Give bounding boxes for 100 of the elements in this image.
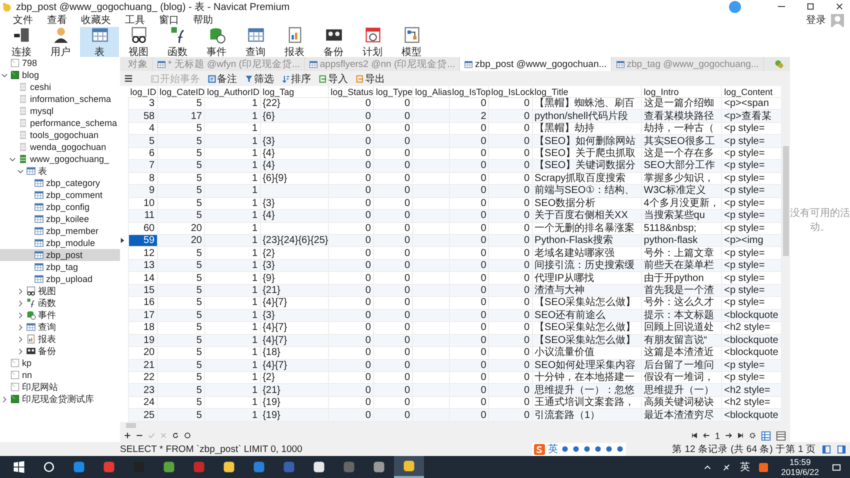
table-cell[interactable]: 59 (128, 235, 157, 246)
tree-item[interactable]: information_schema (0, 93, 120, 105)
ime-logo-icon[interactable] (759, 462, 768, 472)
tree-item[interactable]: zbp_member (0, 225, 120, 237)
table-cell[interactable]: 17 (128, 310, 157, 321)
column-header[interactable]: log_Tag (260, 86, 328, 98)
tree-item[interactable]: 视图 (0, 285, 120, 297)
form-view-icon[interactable] (776, 430, 786, 440)
column-header[interactable]: log_Status (328, 86, 374, 98)
table-cell[interactable]: 3 (128, 98, 157, 110)
table-cell[interactable]: 12 (128, 248, 157, 259)
ime-mode[interactable]: 英 (548, 442, 558, 456)
tree-item[interactable]: www_gogochuang_ (0, 153, 120, 165)
stop-icon[interactable] (184, 432, 191, 439)
check-icon[interactable] (148, 432, 155, 439)
column-header[interactable]: log_ID (128, 86, 158, 98)
toolbar-button[interactable]: 备份 (314, 27, 353, 57)
tree-item[interactable]: ceshi (0, 81, 120, 93)
column-header[interactable]: log_Alias (412, 86, 450, 98)
table-cell[interactable]: 10 (128, 198, 157, 209)
tree-item[interactable]: zbp_tag (0, 261, 120, 273)
tree-item[interactable]: nn (0, 369, 120, 381)
chevron-icon[interactable] (1, 72, 8, 78)
table-cell[interactable]: 25 (128, 410, 157, 421)
table-cell[interactable]: 6 (128, 148, 157, 160)
toolbar-button[interactable]: 视图 (119, 27, 158, 57)
table-cell[interactable]: 18 (128, 322, 157, 334)
toolbar-button[interactable]: 报表 (275, 27, 314, 57)
tree-item[interactable]: kp (0, 357, 120, 369)
toolbar-button[interactable]: 事件 (197, 27, 236, 57)
table-cell[interactable]: 22 (128, 372, 157, 384)
refresh-icon[interactable] (172, 432, 179, 439)
toolbar-button[interactable]: 表 (80, 27, 119, 57)
next-page-icon[interactable] (725, 432, 732, 439)
table-cell[interactable]: 4 (128, 123, 157, 134)
chevron-icon[interactable] (9, 156, 16, 162)
column-header[interactable]: log_Type (373, 86, 413, 98)
settings-icon[interactable] (749, 432, 756, 439)
tree-item[interactable]: 函数 (0, 297, 120, 309)
table-cell[interactable]: 24 (128, 397, 157, 408)
table-cell[interactable]: 16 (128, 297, 157, 308)
first-page-icon[interactable] (690, 432, 698, 439)
column-header[interactable]: log_AuthorID (204, 86, 260, 98)
chevron-icon[interactable] (17, 312, 24, 318)
toolbar-button[interactable]: 计划 (353, 27, 392, 57)
taskbar-button[interactable] (394, 456, 424, 478)
tab[interactable]: zbp_post @www_gogochuan... (460, 57, 612, 71)
chevron-icon[interactable] (17, 336, 24, 342)
toolbar-button[interactable]: 连接 (2, 27, 41, 57)
tree-item[interactable]: zbp_module (0, 237, 120, 249)
tree-item[interactable]: 798 (0, 57, 120, 69)
last-page-icon[interactable] (737, 432, 744, 439)
table-cell[interactable]: 15 (128, 285, 157, 296)
table-cell[interactable]: 23 (128, 384, 157, 396)
toolbar-button[interactable]: 筛选 (243, 72, 276, 86)
search-icon[interactable] (42, 460, 56, 474)
toolbar-button[interactable]: 用户 (41, 27, 80, 57)
windows-start-icon[interactable] (12, 460, 26, 474)
chevron-icon[interactable] (17, 324, 24, 330)
menu-item[interactable]: 窗口 (152, 13, 186, 27)
menu-item[interactable]: 帮助 (186, 13, 220, 27)
toolbar-button[interactable]: 排序 (280, 72, 313, 86)
chevron-icon[interactable] (17, 300, 24, 306)
tree-item[interactable]: 表 (0, 165, 120, 177)
table-cell[interactable]: 5 (128, 136, 157, 147)
menu-icon[interactable] (124, 74, 133, 83)
table-cell[interactable]: 14 (128, 272, 157, 284)
table-cell[interactable]: 11 (128, 210, 157, 222)
maximize-icon[interactable] (806, 2, 815, 11)
toolbar-button[interactable]: 查询 (236, 27, 275, 57)
toolbar-button[interactable]: 函数 (158, 27, 197, 57)
tree-item[interactable]: wenda_gogochuan (0, 141, 120, 153)
tree-item[interactable]: mysql (0, 105, 120, 117)
table-cell[interactable]: 19 (128, 334, 157, 346)
column-header[interactable]: log_CateID (157, 86, 204, 98)
tree-item[interactable]: tools_gogochuan (0, 129, 120, 141)
tree-item[interactable]: zbp_comment (0, 189, 120, 201)
input-language[interactable]: 英 (740, 460, 750, 474)
panel-right-icon[interactable] (837, 444, 846, 454)
add-icon[interactable] (124, 432, 131, 439)
tree-item[interactable]: 查询 (0, 321, 120, 333)
toolbar-button[interactable]: 模型 (392, 27, 431, 57)
tree-item[interactable]: zbp_upload (0, 273, 120, 285)
notification-icon[interactable] (832, 462, 841, 472)
tree-item[interactable]: 备份 (0, 345, 120, 357)
tree-item[interactable]: 印尼网站 (0, 381, 120, 393)
tree-item[interactable]: 报表 (0, 333, 120, 345)
chevron-icon[interactable] (1, 396, 8, 402)
table-cell[interactable]: 8 (128, 172, 157, 184)
tree-item[interactable]: 印尼现金贷测试库 (0, 393, 120, 405)
table-cell[interactable]: 58 (128, 110, 157, 122)
tree-item[interactable]: zbp_config (0, 201, 120, 213)
chevron-icon[interactable] (17, 348, 24, 354)
menu-item[interactable]: 文件 (6, 13, 40, 27)
menu-item[interactable]: 查看 (40, 13, 74, 27)
grid-view-icon[interactable] (761, 430, 771, 440)
toolbar-button[interactable]: 导入 (317, 72, 350, 86)
close-icon[interactable] (835, 2, 844, 11)
tree-item[interactable]: 事件 (0, 309, 120, 321)
toolbar-button[interactable]: 备注 (206, 72, 239, 86)
